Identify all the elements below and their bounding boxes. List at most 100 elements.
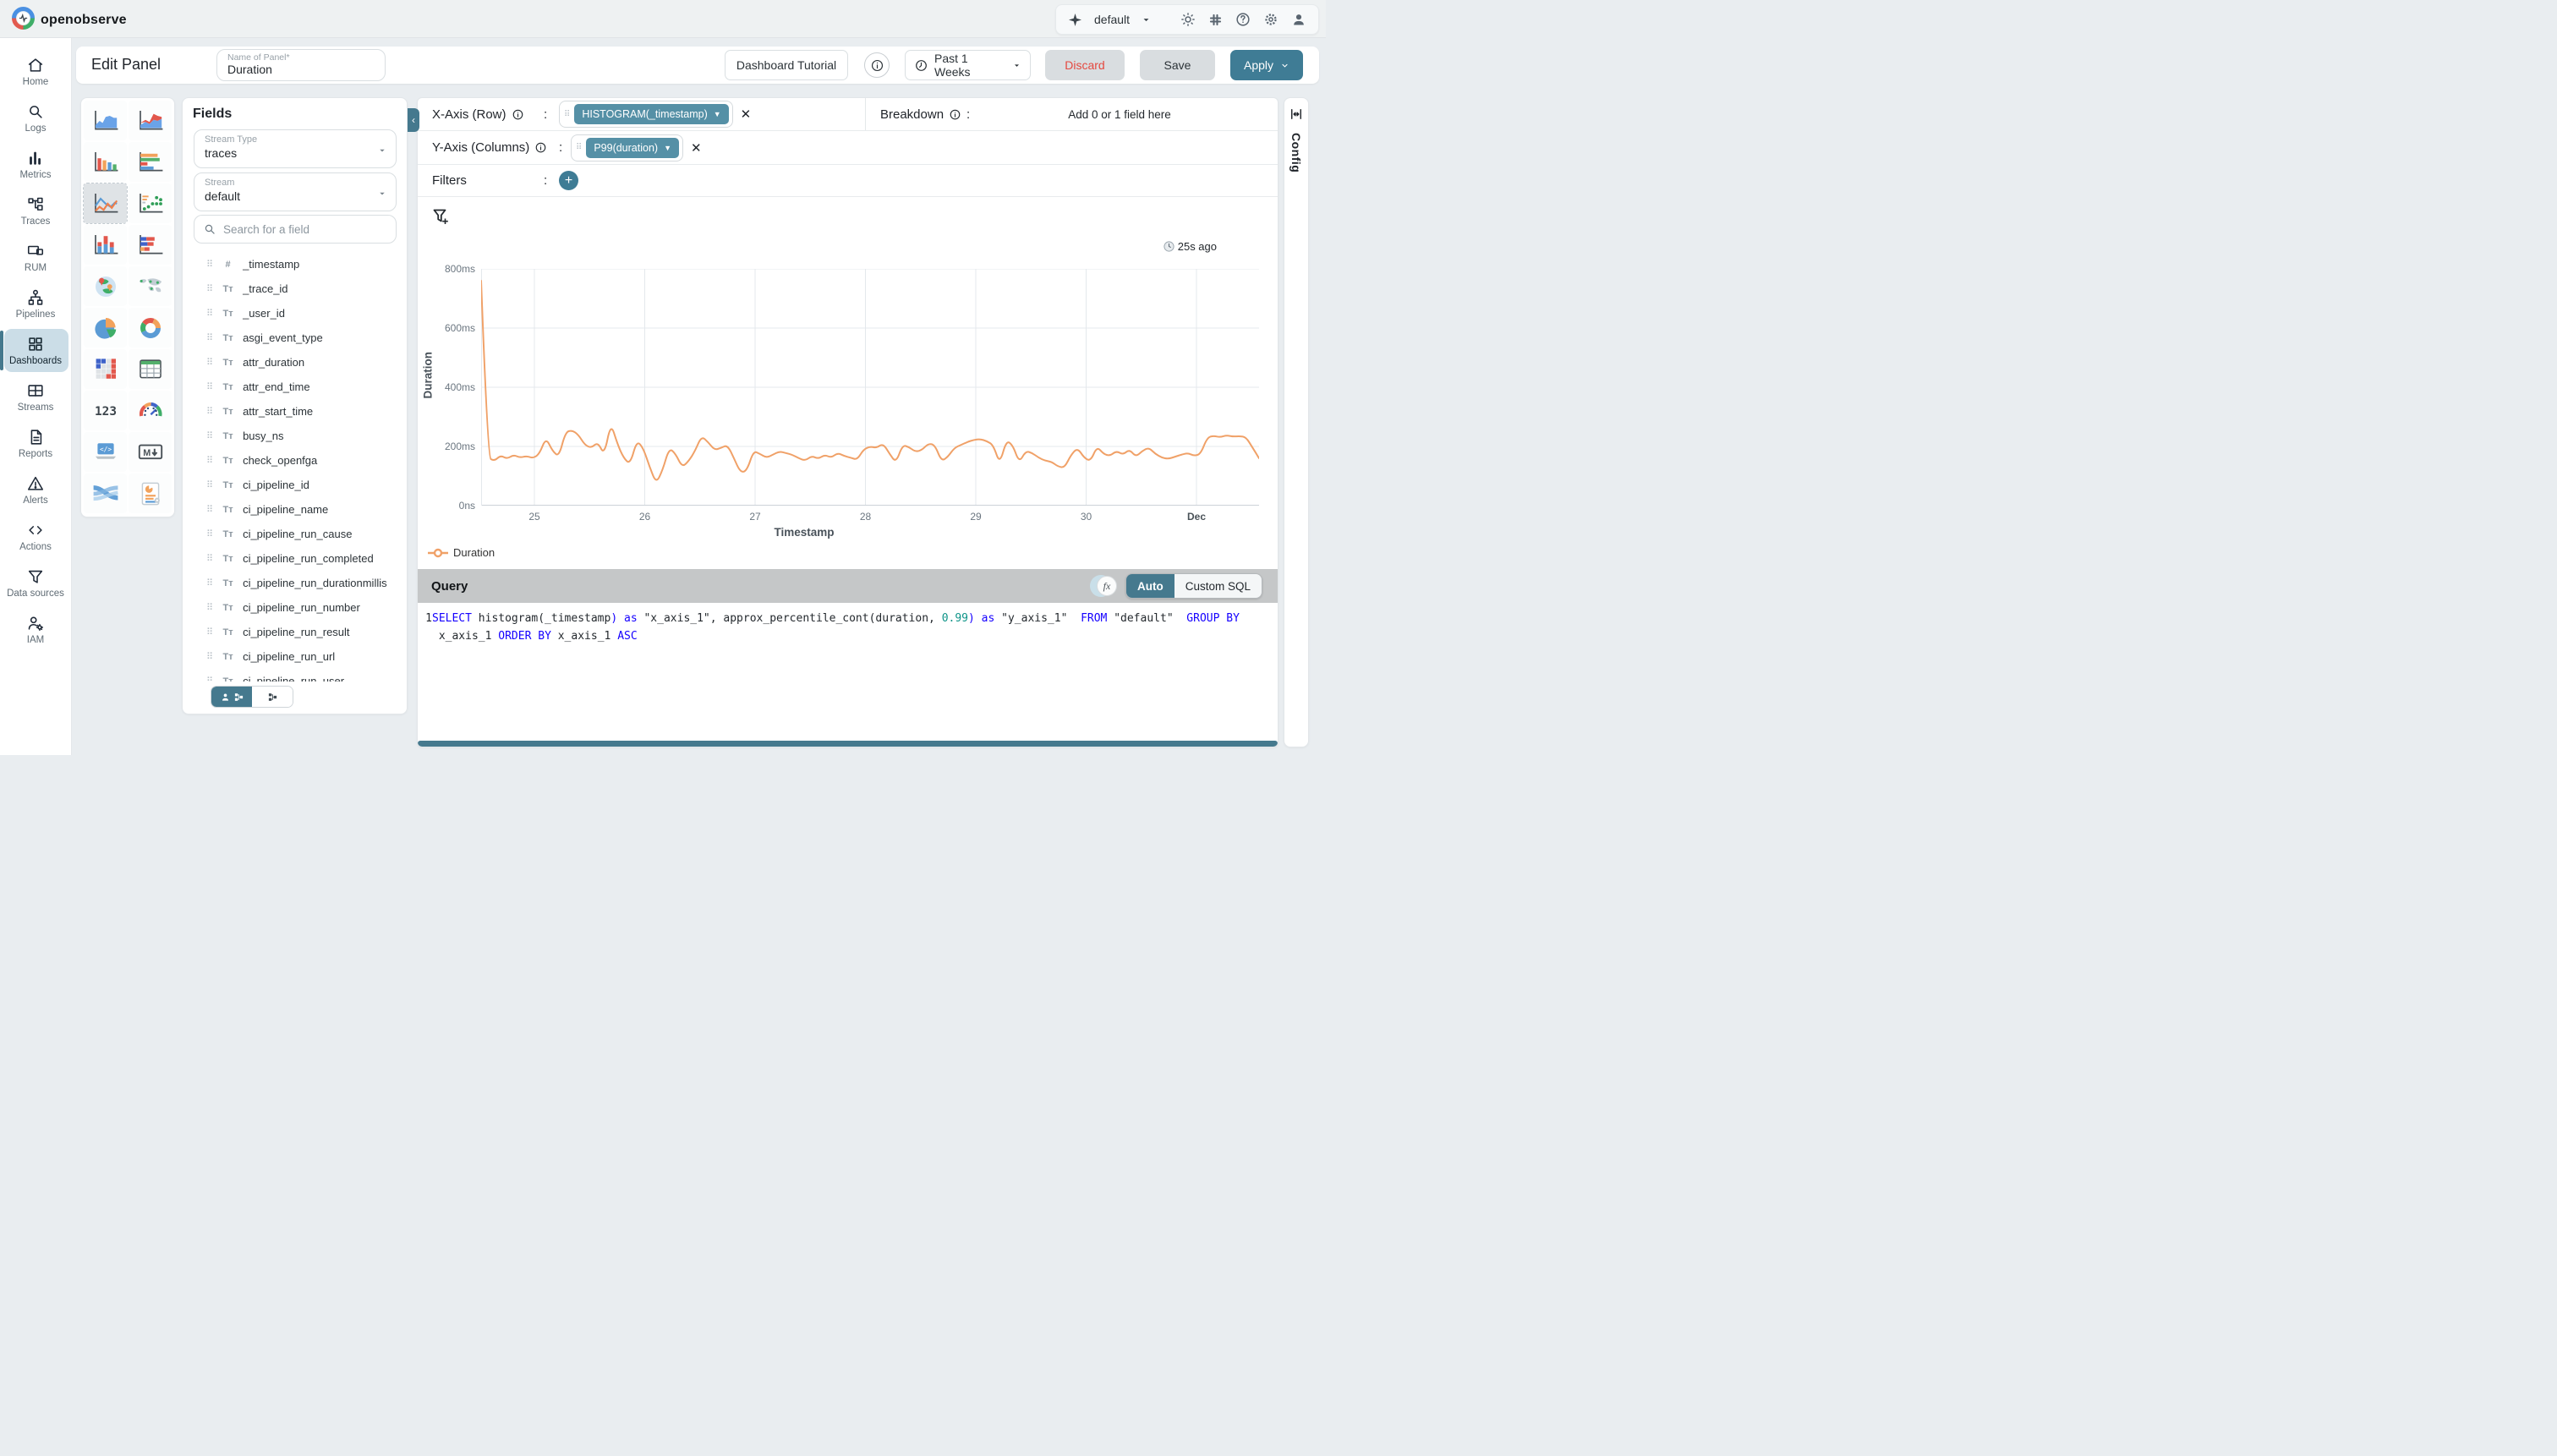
chart-type-pie[interactable] bbox=[84, 308, 127, 348]
sidebar-item-home[interactable]: Home bbox=[0, 48, 72, 95]
chart-type-bar[interactable] bbox=[84, 142, 127, 182]
field-item-ci_pipeline_id[interactable]: ⠿Tᴛci_pipeline_id bbox=[183, 473, 407, 497]
drag-handle-icon[interactable]: ⠿ bbox=[206, 359, 213, 367]
stream-select[interactable]: Stream default bbox=[194, 172, 397, 211]
panel-name-input[interactable] bbox=[227, 63, 375, 76]
chart-type-donut[interactable] bbox=[129, 308, 172, 348]
field-item-attr_start_time[interactable]: ⠿Tᴛattr_start_time bbox=[183, 399, 407, 424]
field-item-busy_ns[interactable]: ⠿Tᴛbusy_ns bbox=[183, 424, 407, 448]
chart-type-area-stacked[interactable] bbox=[129, 101, 172, 140]
field-item-attr_end_time[interactable]: ⠿Tᴛattr_end_time bbox=[183, 375, 407, 399]
x-axis-chip-button[interactable]: HISTOGRAM(_timestamp)▼ bbox=[574, 104, 728, 124]
drag-handle-icon[interactable]: ⠿ bbox=[206, 481, 213, 490]
chevron-down-icon[interactable] bbox=[1141, 14, 1152, 25]
info-icon[interactable] bbox=[864, 52, 890, 78]
legend-item-duration[interactable]: Duration bbox=[428, 546, 495, 559]
drag-handle-icon[interactable]: ⠿ bbox=[206, 579, 213, 588]
sidebar-item-reports[interactable]: Reports bbox=[0, 420, 72, 467]
field-list-tab-schema[interactable] bbox=[252, 687, 293, 707]
sidebar-item-data-sources[interactable]: Data sources bbox=[0, 560, 72, 606]
sparkle-icon[interactable] bbox=[1067, 12, 1083, 28]
sidebar-item-streams[interactable]: Streams bbox=[0, 374, 72, 420]
time-range-select[interactable]: Past 1 Weeks bbox=[905, 50, 1031, 80]
chevron-down-icon[interactable] bbox=[1280, 61, 1289, 70]
drag-handle-icon[interactable]: ⠿ bbox=[206, 334, 213, 342]
drag-handle-icon[interactable]: ⠿ bbox=[206, 653, 213, 661]
sidebar-item-logs[interactable]: Logs bbox=[0, 95, 72, 141]
sidebar-item-traces[interactable]: Traces bbox=[0, 188, 72, 234]
drag-handle-icon[interactable]: ⠿ bbox=[206, 408, 213, 416]
chart-type-area[interactable] bbox=[84, 101, 127, 140]
field-item-asgi_event_type[interactable]: ⠿Tᴛasgi_event_type bbox=[183, 326, 407, 350]
field-item-ci_pipeline_run_cause[interactable]: ⠿Tᴛci_pipeline_run_cause bbox=[183, 522, 407, 546]
chart-type-sankey[interactable] bbox=[84, 473, 127, 513]
help-icon[interactable] bbox=[1235, 11, 1251, 28]
remove-y-axis-field-icon[interactable]: ✕ bbox=[691, 140, 702, 156]
query-mode-custom-sql[interactable]: Custom SQL bbox=[1174, 574, 1262, 598]
field-item-attr_duration[interactable]: ⠿Tᴛattr_duration bbox=[183, 350, 407, 375]
field-item-ci_pipeline_run_durationmillis[interactable]: ⠿Tᴛci_pipeline_run_durationmillis bbox=[183, 571, 407, 595]
gear-icon[interactable] bbox=[1262, 11, 1279, 28]
drag-handle-icon[interactable]: ⠿ bbox=[206, 383, 213, 391]
drag-handle-icon[interactable]: ⠿ bbox=[206, 604, 213, 612]
info-icon[interactable] bbox=[512, 108, 524, 121]
field-item-ci_pipeline_run_result[interactable]: ⠿Tᴛci_pipeline_run_result bbox=[183, 620, 407, 644]
info-icon[interactable] bbox=[949, 108, 961, 121]
field-search-input[interactable] bbox=[223, 223, 387, 236]
chart-type-line[interactable] bbox=[84, 183, 127, 223]
field-item-ci_pipeline_run_user[interactable]: ⠿Tᴛci_pipeline_run_user bbox=[183, 669, 407, 681]
sun-icon[interactable] bbox=[1180, 11, 1196, 28]
chart-type-table[interactable] bbox=[129, 349, 172, 389]
drag-handle-icon[interactable]: ⠿ bbox=[575, 144, 583, 151]
drag-handle-icon[interactable]: ⠿ bbox=[206, 530, 213, 539]
stream-type-select[interactable]: Stream Type traces bbox=[194, 129, 397, 168]
sidebar-item-pipelines[interactable]: Pipelines bbox=[0, 281, 72, 327]
chart-type-maps[interactable] bbox=[129, 266, 172, 306]
drag-handle-icon[interactable]: ⠿ bbox=[206, 260, 213, 269]
drag-handle-icon[interactable]: ⠿ bbox=[206, 457, 213, 465]
sql-editor[interactable]: 1SELECT histogram(_timestamp) as "x_axis… bbox=[418, 603, 1278, 743]
sidebar-item-actions[interactable]: Actions bbox=[0, 513, 72, 560]
chart-type-scatter[interactable] bbox=[129, 183, 172, 223]
sidebar-item-iam[interactable]: IAM bbox=[0, 606, 72, 653]
workspace-select[interactable]: default bbox=[1094, 13, 1130, 26]
drag-handle-icon[interactable]: ⠿ bbox=[206, 555, 213, 563]
sidebar-item-alerts[interactable]: Alerts bbox=[0, 467, 72, 513]
add-filter-button[interactable]: + bbox=[559, 171, 578, 190]
sidebar-item-metrics[interactable]: Metrics bbox=[0, 141, 72, 188]
chart-type-h-stacked-bar[interactable] bbox=[129, 225, 172, 265]
query-mode-auto[interactable]: Auto bbox=[1126, 574, 1174, 598]
field-item-_trace_id[interactable]: ⠿Tᴛ_trace_id bbox=[183, 276, 407, 301]
chart-type-html[interactable]: </> bbox=[84, 432, 127, 472]
filter-add-icon[interactable] bbox=[430, 206, 451, 231]
drag-handle-icon[interactable]: ⠿ bbox=[206, 506, 213, 514]
info-icon[interactable] bbox=[534, 141, 547, 154]
field-item-ci_pipeline_run_completed[interactable]: ⠿Tᴛci_pipeline_run_completed bbox=[183, 546, 407, 571]
drag-handle-icon[interactable]: ⠿ bbox=[206, 309, 213, 318]
config-panel-rail[interactable]: Config bbox=[1284, 97, 1309, 747]
chart-type-h-bar[interactable] bbox=[129, 142, 172, 182]
field-item-ci_pipeline_run_url[interactable]: ⠿Tᴛci_pipeline_run_url bbox=[183, 644, 407, 669]
drag-handle-icon[interactable]: ⠿ bbox=[206, 285, 213, 293]
drag-handle-icon[interactable]: ⠿ bbox=[563, 111, 571, 118]
field-item-ci_pipeline_name[interactable]: ⠿Tᴛci_pipeline_name bbox=[183, 497, 407, 522]
panel-name-field[interactable]: Name of Panel* bbox=[216, 49, 386, 81]
chart-type-heatmap[interactable] bbox=[84, 349, 127, 389]
brand-logo[interactable]: openobserve bbox=[12, 7, 127, 34]
field-item-ci_pipeline_run_number[interactable]: ⠿Tᴛci_pipeline_run_number bbox=[183, 595, 407, 620]
field-item-_timestamp[interactable]: ⠿#_timestamp bbox=[183, 252, 407, 276]
horizontal-scrollbar[interactable] bbox=[418, 741, 1278, 747]
drag-handle-icon[interactable]: ⠿ bbox=[206, 432, 213, 441]
field-item-check_openfga[interactable]: ⠿Tᴛcheck_openfga bbox=[183, 448, 407, 473]
dashboard-tutorial-button[interactable]: Dashboard Tutorial bbox=[725, 50, 848, 80]
line-chart[interactable] bbox=[481, 269, 1259, 506]
person-icon[interactable] bbox=[1290, 11, 1307, 28]
breakdown-dropzone[interactable]: Add 0 or 1 field here bbox=[1010, 108, 1229, 121]
chart-type-markdown[interactable]: M bbox=[129, 432, 172, 472]
sidebar-item-rum[interactable]: RUM bbox=[0, 234, 72, 281]
remove-x-axis-field-icon[interactable]: ✕ bbox=[741, 107, 752, 122]
discard-button[interactable]: Discard bbox=[1045, 50, 1125, 80]
field-item-_user_id[interactable]: ⠿Tᴛ_user_id bbox=[183, 301, 407, 326]
sidebar-item-dashboards[interactable]: Dashboards bbox=[0, 327, 72, 374]
y-axis-chip-button[interactable]: P99(duration)▼ bbox=[586, 138, 679, 158]
